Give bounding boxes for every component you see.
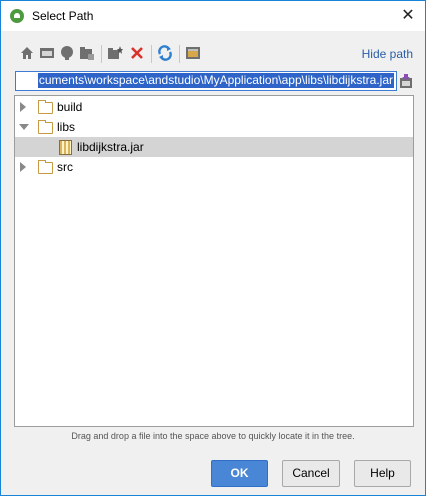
path-input[interactable]: cuments\workspace\andstudio\MyApplicatio… bbox=[15, 71, 397, 91]
tree-item-build[interactable]: build bbox=[15, 97, 413, 117]
jar-file-icon bbox=[59, 140, 72, 155]
tree-item-label: build bbox=[57, 100, 83, 114]
browse-history-icon[interactable] bbox=[399, 73, 413, 89]
close-icon[interactable]: ✕ bbox=[391, 1, 425, 31]
drag-drop-hint: Drag and drop a file into the space abov… bbox=[71, 431, 355, 441]
project-icon[interactable] bbox=[59, 45, 75, 61]
select-path-dialog: Select Path ✕ Hide path cuments\workspac… bbox=[0, 0, 426, 496]
refresh-icon[interactable] bbox=[157, 45, 173, 61]
tree-item-label: libdijkstra.jar bbox=[77, 140, 144, 154]
expand-arrow-icon[interactable] bbox=[20, 102, 26, 112]
folder-icon bbox=[38, 160, 53, 174]
path-input-value: cuments\workspace\andstudio\MyApplicatio… bbox=[37, 73, 394, 88]
file-tree[interactable]: build libs libdijkstra.jar src bbox=[14, 95, 414, 427]
show-hidden-icon[interactable] bbox=[185, 45, 201, 61]
toolbar-separator bbox=[151, 45, 152, 63]
help-button[interactable]: Help bbox=[354, 460, 411, 487]
toolbar-separator bbox=[101, 45, 102, 63]
home-icon[interactable] bbox=[19, 45, 35, 61]
dialog-title: Select Path bbox=[32, 9, 94, 23]
desktop-icon[interactable] bbox=[39, 45, 55, 61]
android-studio-icon bbox=[10, 9, 24, 23]
toolbar-separator bbox=[179, 45, 180, 63]
ok-button[interactable]: OK bbox=[211, 460, 268, 487]
delete-icon[interactable] bbox=[129, 45, 145, 61]
cancel-button[interactable]: Cancel bbox=[282, 460, 340, 487]
tree-item-label: src bbox=[57, 160, 73, 174]
collapse-arrow-icon[interactable] bbox=[19, 124, 29, 130]
folder-icon bbox=[38, 100, 53, 114]
expand-arrow-icon[interactable] bbox=[20, 162, 26, 172]
tree-item-libs[interactable]: libs bbox=[15, 117, 413, 137]
tree-item-src[interactable]: src bbox=[15, 157, 413, 177]
folder-icon bbox=[38, 120, 53, 134]
new-folder-icon[interactable] bbox=[107, 45, 123, 61]
tree-item-label: libs bbox=[57, 120, 76, 134]
module-icon[interactable] bbox=[79, 45, 95, 61]
tree-item-libdijkstra-jar[interactable]: libdijkstra.jar bbox=[15, 137, 413, 157]
hide-path-link[interactable]: Hide path bbox=[362, 47, 413, 61]
title-bar: Select Path ✕ bbox=[1, 1, 425, 31]
